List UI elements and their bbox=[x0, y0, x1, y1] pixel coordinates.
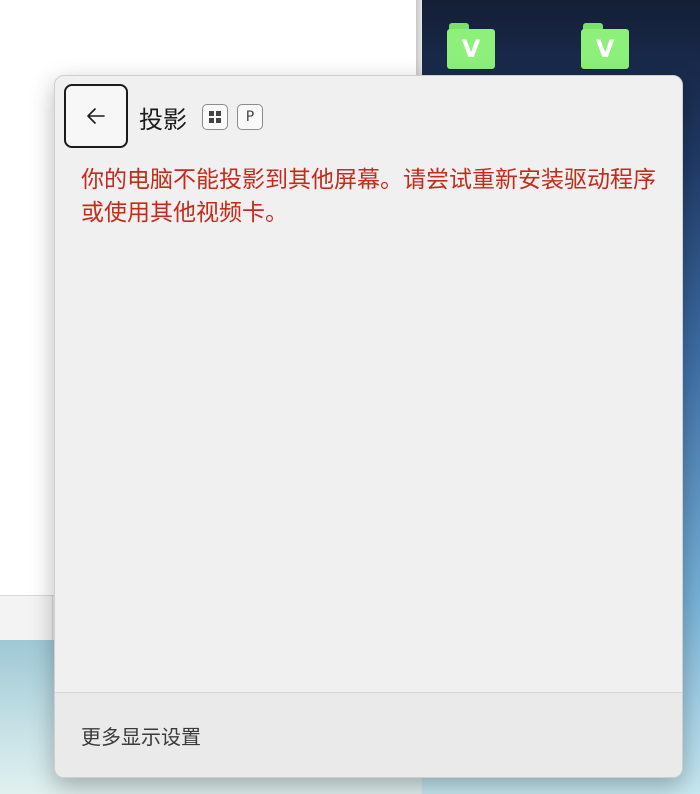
desktop-folder-icon[interactable]: V bbox=[581, 23, 629, 69]
flyout-title: 投影 bbox=[139, 106, 187, 134]
window-divider bbox=[52, 596, 53, 640]
error-message: 你的电脑不能投影到其他屏幕。请尝试重新安装驱动程序或使用其他视频卡。 bbox=[81, 167, 656, 226]
flyout-header: 投影 P bbox=[55, 76, 682, 156]
arrow-left-icon bbox=[87, 108, 105, 124]
folder-glyph: V bbox=[595, 35, 615, 63]
windows-logo-icon bbox=[209, 111, 221, 123]
more-display-settings-link[interactable]: 更多显示设置 bbox=[81, 721, 201, 750]
windows-key-chip bbox=[202, 104, 228, 130]
project-flyout: 投影 P 你的电脑不能投影到其他屏幕。请尝试重新安装驱动程序或使用其他视频卡。 … bbox=[54, 75, 683, 778]
folder-glyph: V bbox=[461, 35, 481, 63]
flyout-footer: 更多显示设置 bbox=[55, 692, 682, 777]
p-key-chip: P bbox=[237, 104, 263, 130]
back-button[interactable] bbox=[64, 84, 128, 148]
desktop-folder-icon[interactable]: V bbox=[447, 23, 495, 69]
